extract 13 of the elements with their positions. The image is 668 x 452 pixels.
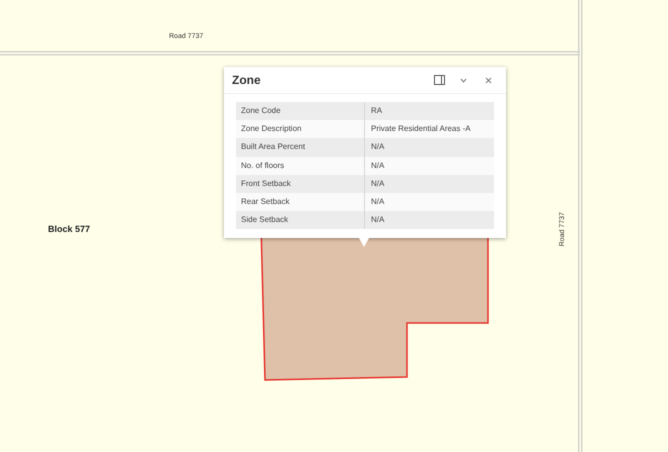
- popup-title: Zone: [232, 72, 262, 89]
- close-icon[interactable]: [485, 76, 492, 84]
- field-value: Private Residential Areas -A: [370, 123, 472, 136]
- field-value: N/A: [370, 196, 386, 208]
- field-value: N/A: [370, 214, 386, 226]
- field-value: N/A: [370, 141, 386, 154]
- field-value: RA: [370, 105, 384, 118]
- field-value: N/A: [370, 178, 386, 190]
- field-label: Side Setback: [236, 211, 365, 230]
- field-value: N/A: [370, 160, 386, 172]
- chevron-down-icon[interactable]: [460, 78, 467, 82]
- dock-icon[interactable]: [434, 75, 445, 85]
- block-label: Block 577: [48, 223, 90, 236]
